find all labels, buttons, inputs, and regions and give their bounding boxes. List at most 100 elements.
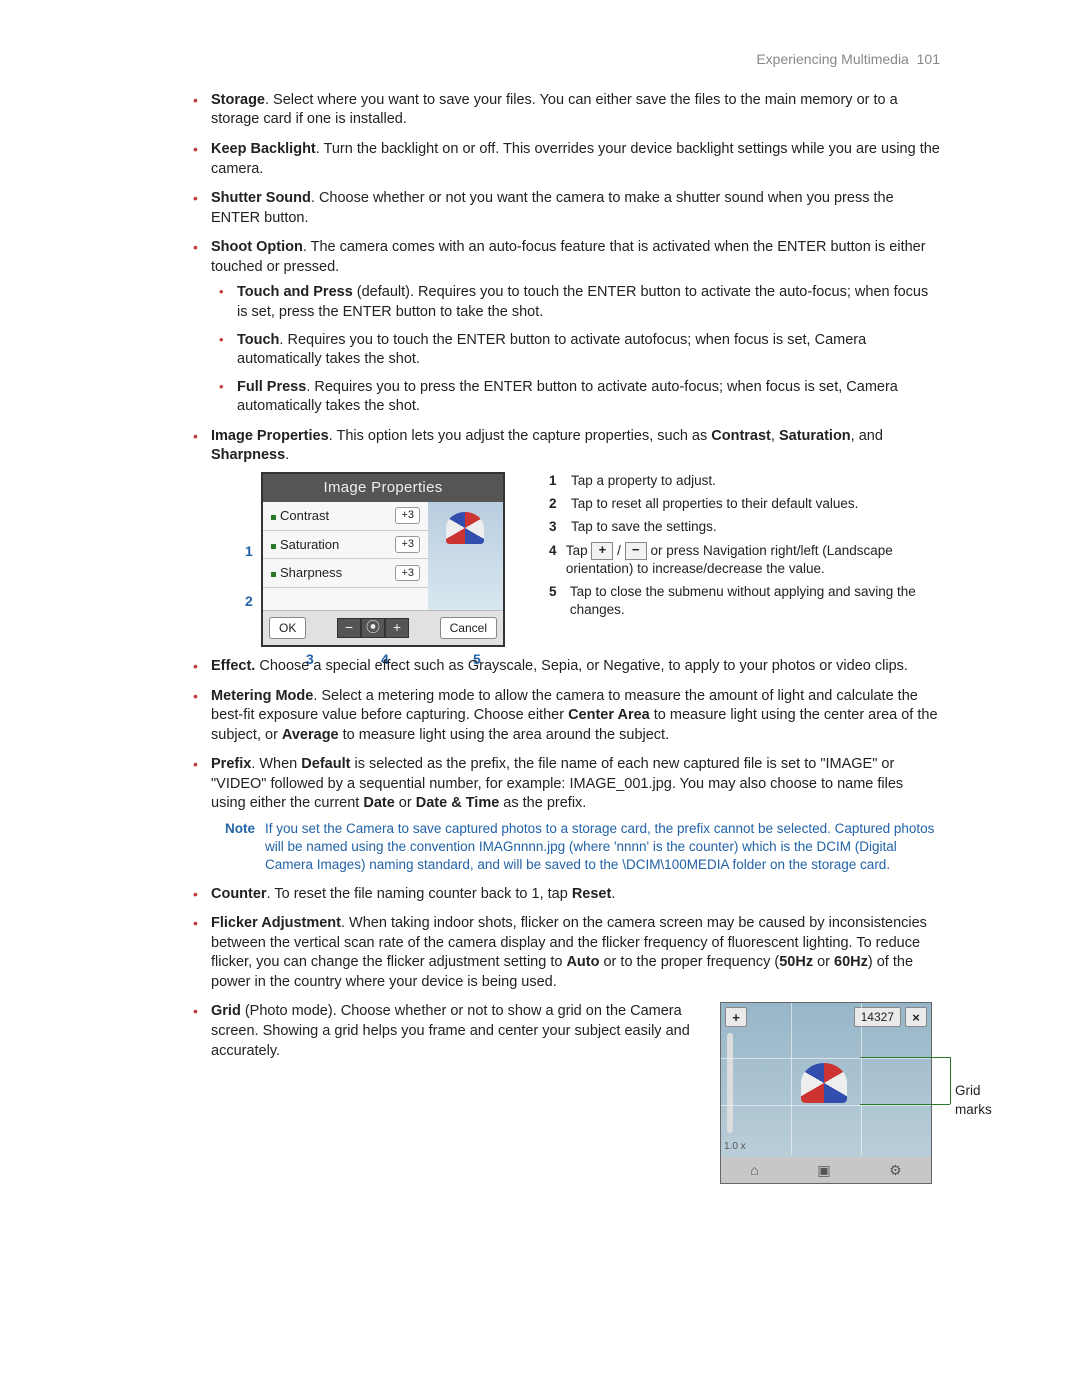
t: to measure light using the area around t… — [339, 727, 669, 743]
panel-title: Image Properties — [263, 474, 503, 502]
close-button[interactable]: × — [905, 1007, 927, 1027]
text: Tap to close the submenu without applyin… — [570, 583, 940, 619]
heading: Touch — [237, 332, 279, 348]
bold: Reset — [572, 886, 612, 902]
legend-item: 5Tap to close the submenu without applyi… — [549, 583, 940, 619]
gear-icon[interactable]: ⚙ — [889, 1161, 902, 1180]
bullet-shutter: Shutter Sound. Choose whether or not you… — [185, 189, 940, 228]
body: Choose a special effect such as Grayscal… — [255, 658, 908, 674]
minus-icon: − — [625, 542, 647, 560]
property-list: Contrast +3 Saturation +3 Sharpness +3 — [263, 502, 428, 610]
bullet-flicker: Flicker Adjustment. When taking indoor s… — [185, 914, 940, 992]
t: . To reset the file naming counter back … — [267, 886, 572, 902]
prop-sharpness[interactable]: Sharpness +3 — [263, 559, 428, 588]
t: or — [813, 954, 834, 970]
parachute-icon — [446, 512, 484, 544]
prop-saturation[interactable]: Saturation +3 — [263, 531, 428, 560]
grid-line — [721, 1105, 931, 1106]
image-properties-panel: Image Properties Contrast +3 Saturation … — [261, 472, 505, 647]
leader-line — [860, 1057, 950, 1058]
body: . Choose whether or not you want the cam… — [211, 190, 894, 226]
prefix-note: Note If you set the Camera to save captu… — [225, 820, 940, 875]
bullet-shoot-option: Shoot Option. The camera comes with an a… — [185, 238, 940, 417]
camera-bottom-bar: ⌂ ▣ ⚙ — [721, 1157, 931, 1183]
leader-line — [950, 1057, 951, 1104]
page-header: Experiencing Multimedia 101 — [185, 50, 940, 69]
page-number: 101 — [917, 51, 940, 67]
plus-button[interactable]: + — [385, 618, 409, 638]
label: Saturation — [280, 537, 339, 552]
image-properties-figure: 1 2 Image Properties Contrast +3 Saturat… — [261, 472, 521, 647]
bullet-effect: Effect. Choose a special effect such as … — [185, 657, 940, 677]
sub-touch-and-press: Touch and Press (default). Requires you … — [211, 283, 940, 322]
prop-contrast[interactable]: Contrast +3 — [263, 502, 428, 531]
minus-button[interactable]: − — [337, 618, 361, 638]
section-name: Experiencing Multimedia — [756, 51, 909, 67]
sub-touch: Touch. Requires you to touch the ENTER b… — [211, 331, 940, 370]
text: Tap to reset all properties to their def… — [571, 495, 858, 513]
legend-item: 2Tap to reset all properties to their de… — [549, 495, 940, 513]
value-stepper: − ⦿ + — [337, 618, 409, 638]
zoom-slider[interactable] — [727, 1033, 733, 1133]
t: or to the proper frequency ( — [599, 954, 779, 970]
parachute-icon — [801, 1063, 847, 1103]
text: Tap to save the settings. — [571, 518, 717, 536]
bullet-image-properties: Image Properties. This option lets you a… — [185, 427, 940, 647]
legend-item: 1 Tap a property to adjust. — [549, 472, 940, 490]
heading: Counter — [211, 886, 267, 902]
t: Tap — [566, 543, 592, 558]
body: . Select where you want to save your fil… — [211, 92, 898, 128]
reset-button[interactable]: ⦿ — [361, 618, 385, 638]
image-properties-figure-row: 1 2 Image Properties Contrast +3 Saturat… — [261, 472, 940, 647]
camera-icon[interactable]: ▣ — [817, 1161, 830, 1180]
grid-line — [721, 1058, 931, 1059]
ok-button[interactable]: OK — [269, 617, 306, 639]
value: +3 — [395, 507, 420, 524]
label: Contrast — [280, 508, 329, 523]
t: , and — [851, 428, 883, 444]
bullet-grid: Grid (Photo mode). Choose whether or not… — [185, 1002, 940, 1184]
t: . This option lets you adjust the captur… — [329, 428, 712, 444]
bold: Average — [282, 727, 339, 743]
home-icon[interactable]: ⌂ — [750, 1161, 758, 1180]
heading: Prefix — [211, 756, 251, 772]
bold: 60Hz — [834, 954, 868, 970]
text: Tap + / − or press Navigation right/left… — [566, 542, 940, 579]
num: 4 — [549, 542, 558, 579]
meta: (default). — [353, 284, 418, 300]
heading: Shutter Sound — [211, 190, 311, 206]
plus-icon: + — [591, 542, 613, 560]
t: . — [611, 886, 615, 902]
text: Tap a property to adjust. — [571, 472, 716, 490]
cancel-button[interactable]: Cancel — [440, 617, 497, 639]
num: 3 — [549, 518, 563, 536]
meta: (Photo mode). — [241, 1003, 341, 1019]
zoom-in-button[interactable]: + — [725, 1007, 747, 1027]
preview-pane — [428, 502, 503, 610]
bullet-backlight: Keep Backlight. Turn the backlight on or… — [185, 140, 940, 179]
grid-figure: + 14327 × 1.0 x ⌂ ▣ — [720, 1002, 940, 1184]
note-body: If you set the Camera to save captured p… — [265, 820, 940, 875]
camera-screen: + 14327 × 1.0 x ⌂ ▣ — [720, 1002, 932, 1184]
heading: Touch and Press — [237, 284, 353, 300]
bold: Center Area — [568, 707, 650, 723]
heading: Grid — [211, 1003, 241, 1019]
note-label: Note — [225, 820, 255, 875]
t: as the prefix. — [499, 795, 586, 811]
legend-item: 3 Tap to save the settings. — [549, 518, 940, 536]
heading: Shoot Option — [211, 239, 303, 255]
t: , — [771, 428, 779, 444]
heading: Metering Mode — [211, 688, 313, 704]
bold: Sharpness — [211, 447, 285, 463]
main-bullet-list: Storage. Select where you want to save y… — [185, 91, 940, 1184]
heading: Image Properties — [211, 428, 329, 444]
num: 1 — [549, 472, 563, 490]
grid-marks-label: Grid marks — [955, 1082, 992, 1118]
shoot-sub-list: Touch and Press (default). Requires you … — [211, 283, 940, 416]
callout-2: 2 — [245, 592, 253, 611]
t: . — [285, 447, 289, 463]
grid-text: Grid (Photo mode). Choose whether or not… — [211, 1002, 700, 1061]
heading: Effect. — [211, 658, 255, 674]
num: 5 — [549, 583, 562, 619]
bold: Date — [363, 795, 394, 811]
